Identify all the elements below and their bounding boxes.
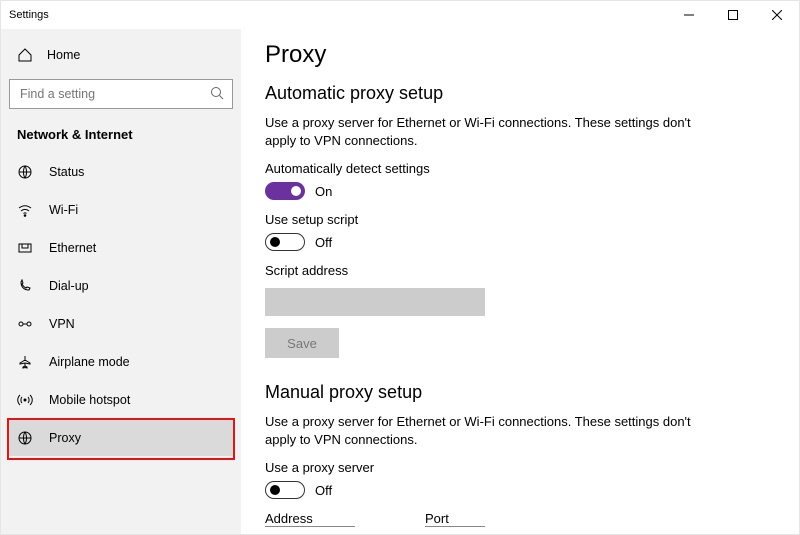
sidebar-item-label: Proxy [49,431,81,445]
sidebar-item-proxy[interactable]: Proxy [9,420,233,456]
search-input[interactable] [9,79,233,109]
window-controls [667,1,799,29]
search-field[interactable] [18,86,210,102]
sidebar-item-vpn[interactable]: VPN [9,306,233,342]
close-button[interactable] [755,1,799,29]
sidebar-item-wifi[interactable]: Wi-Fi [9,192,233,228]
section-label: Network & Internet [9,123,233,154]
airplane-icon [17,354,33,370]
detect-toggle[interactable] [265,182,305,200]
use-proxy-state: Off [315,483,332,498]
titlebar: Settings [1,1,799,29]
sidebar-item-label: Airplane mode [49,355,130,369]
auto-heading: Automatic proxy setup [265,83,775,104]
manual-desc: Use a proxy server for Ethernet or Wi-Fi… [265,413,695,448]
manual-heading: Manual proxy setup [265,382,775,403]
home-label: Home [47,48,80,62]
use-proxy-toggle[interactable] [265,481,305,499]
ethernet-icon [17,240,33,256]
script-label: Use setup script [265,212,775,227]
highlight-box: Proxy [7,418,235,460]
use-proxy-label: Use a proxy server [265,460,775,475]
sidebar-item-ethernet[interactable]: Ethernet [9,230,233,266]
wifi-icon [17,202,33,218]
address-label: Address [265,511,355,527]
sidebar-item-label: Status [49,165,84,179]
sidebar-item-label: Ethernet [49,241,96,255]
auto-desc: Use a proxy server for Ethernet or Wi-Fi… [265,114,695,149]
home-button[interactable]: Home [9,37,233,73]
script-address-input[interactable] [265,288,485,316]
save-button[interactable]: Save [265,328,339,358]
main-content: Proxy Automatic proxy setup Use a proxy … [241,29,799,534]
sidebar-item-label: Dial-up [49,279,89,293]
sidebar-item-hotspot[interactable]: Mobile hotspot [9,382,233,418]
minimize-button[interactable] [667,1,711,29]
sidebar-item-label: Mobile hotspot [49,393,130,407]
detect-state: On [315,184,332,199]
page-title: Proxy [265,41,775,69]
home-icon [17,47,33,63]
sidebar-item-label: Wi-Fi [49,203,78,217]
script-toggle[interactable] [265,233,305,251]
sidebar-item-dialup[interactable]: Dial-up [9,268,233,304]
proxy-icon [17,430,33,446]
dialup-icon [17,278,33,294]
detect-label: Automatically detect settings [265,161,775,176]
sidebar-item-label: VPN [49,317,75,331]
sidebar-item-airplane[interactable]: Airplane mode [9,344,233,380]
status-icon [17,164,33,180]
window-title: Settings [9,9,49,21]
hotspot-icon [17,392,33,408]
port-label: Port [425,511,485,527]
sidebar-item-status[interactable]: Status [9,154,233,190]
script-state: Off [315,235,332,250]
sidebar: Home Network & Internet Status Wi-Fi Eth… [1,29,241,534]
maximize-button[interactable] [711,1,755,29]
script-address-label: Script address [265,263,775,278]
vpn-icon [17,316,33,332]
search-icon [210,86,224,103]
